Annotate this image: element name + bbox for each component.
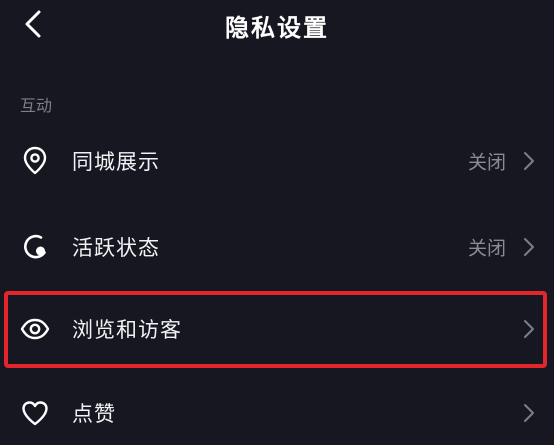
setting-label: 点赞 [72,402,116,426]
eye-icon [20,314,50,344]
setting-label: 同城展示 [72,150,160,174]
location-pin-icon [20,146,50,176]
header-bar: 隐私设置 [0,0,554,48]
setting-label: 浏览和访客 [72,318,182,342]
setting-label: 活跃状态 [72,236,160,260]
heart-icon [20,398,50,428]
chevron-right-icon [524,238,534,256]
chevron-right-icon [524,404,534,422]
setting-row-views-and-visitors[interactable]: 浏览和访客 [0,299,554,359]
setting-row-likes[interactable]: 点赞 [0,383,554,443]
setting-value: 关闭 [467,237,506,260]
page-title: 隐私设置 [225,14,329,42]
setting-row-nearby-display[interactable]: 同城展示 关闭 [0,131,554,191]
setting-row-active-status[interactable]: 活跃状态 关闭 [0,217,554,277]
chevron-right-icon [524,320,534,338]
setting-value: 关闭 [467,151,506,174]
chevron-right-icon [524,152,534,170]
active-status-icon [20,232,50,262]
section-label-interaction: 互动 [20,96,53,115]
